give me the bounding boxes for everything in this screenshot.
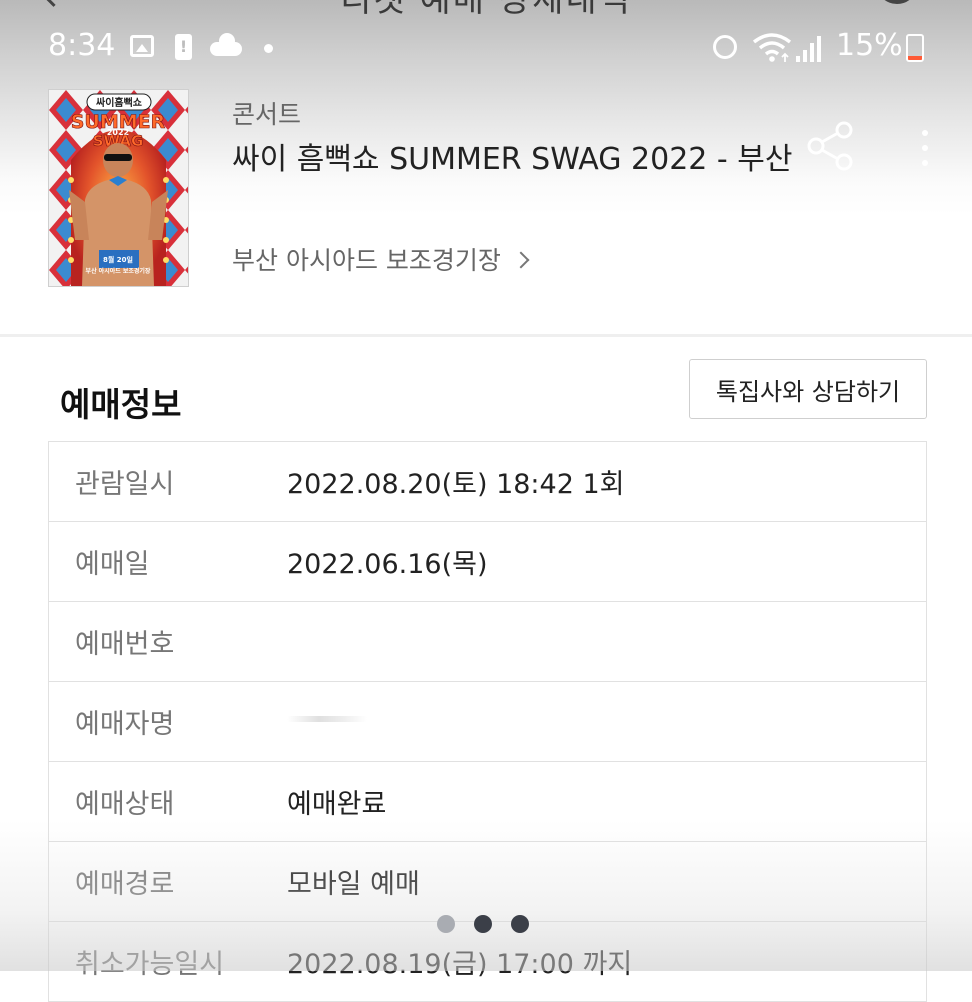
section-divider (0, 334, 972, 337)
page-indicator (437, 915, 537, 935)
event-poster[interactable]: 싸이흠뻑쇼 SUMMER 2022 SWAG 8월 20일 부산 아시아드 보조… (48, 89, 189, 287)
battery-alert-icon: ! (175, 34, 192, 60)
row-label: 예매자명 (75, 709, 175, 740)
row-value: 모바일 예매 (287, 869, 420, 900)
event-title: 싸이 흠뻑쇼 SUMMER SWAG 2022 - 부산 (232, 142, 793, 177)
battery-level (908, 56, 922, 60)
table-row: 예매일 2022.06.16(목) (49, 522, 926, 602)
table-row: 예매경로 모바일 예매 (49, 842, 926, 922)
page-title: 티켓 예매 상세내역 (340, 0, 632, 20)
poster-caption-1: 8월 20일 (103, 255, 133, 264)
more-options-icon[interactable] (918, 128, 932, 168)
event-category: 콘서트 (232, 100, 302, 129)
table-row: 예매자명 (49, 682, 926, 762)
row-value: 2022.08.19(금) 17:00 까지 (287, 949, 633, 980)
row-label: 예매일 (75, 549, 150, 580)
top-navigation: 티켓 예매 상세내역 (0, 0, 972, 20)
signal-icon (796, 34, 824, 62)
table-row: 예매상태 예매완료 (49, 762, 926, 842)
status-bar: 8:34 ! 15% (0, 22, 972, 74)
page-dot[interactable] (437, 915, 455, 933)
page-dot[interactable] (474, 915, 492, 933)
table-row: 관람일시 2022.08.20(토) 18:42 1회 (49, 442, 926, 522)
poster-image: 싸이흠뻑쇼 SUMMER 2022 SWAG 8월 20일 부산 아시아드 보조… (49, 90, 188, 286)
row-value: 2022.08.20(토) 18:42 1회 (287, 469, 625, 500)
row-label: 취소가능일시 (75, 949, 225, 980)
consult-button[interactable]: 톡집사와 상담하기 (689, 359, 927, 419)
row-value: 2022.06.16(목) (287, 549, 488, 580)
venue-link[interactable]: 부산 아시아드 보조경기장 (232, 241, 530, 277)
cloud-icon (210, 33, 242, 56)
redacted-name (287, 716, 367, 722)
poster-caption-2: 부산 아시아드 보조경기장 (86, 267, 151, 275)
venue-name: 부산 아시아드 보조경기장 (232, 246, 501, 275)
battery-percent: 15% (836, 28, 903, 63)
row-label: 예매번호 (75, 629, 175, 660)
chevron-right-icon (512, 251, 530, 269)
row-value: 예매완료 (287, 789, 387, 820)
dot-icon (264, 44, 273, 53)
poster-badge: 싸이흠뻑쇼 (96, 96, 142, 109)
share-icon[interactable] (804, 120, 856, 172)
row-label: 관람일시 (75, 469, 175, 500)
booking-info-title: 예매정보 (60, 385, 182, 424)
table-row: 예매번호 (49, 602, 926, 682)
page-dot[interactable] (511, 915, 529, 933)
wifi-icon (752, 33, 792, 62)
status-time: 8:34 (48, 28, 116, 63)
image-icon (130, 35, 154, 57)
row-label: 예매상태 (75, 789, 175, 820)
battery-icon (906, 34, 924, 62)
row-label: 예매경로 (75, 869, 175, 900)
alarm-icon (713, 35, 737, 59)
